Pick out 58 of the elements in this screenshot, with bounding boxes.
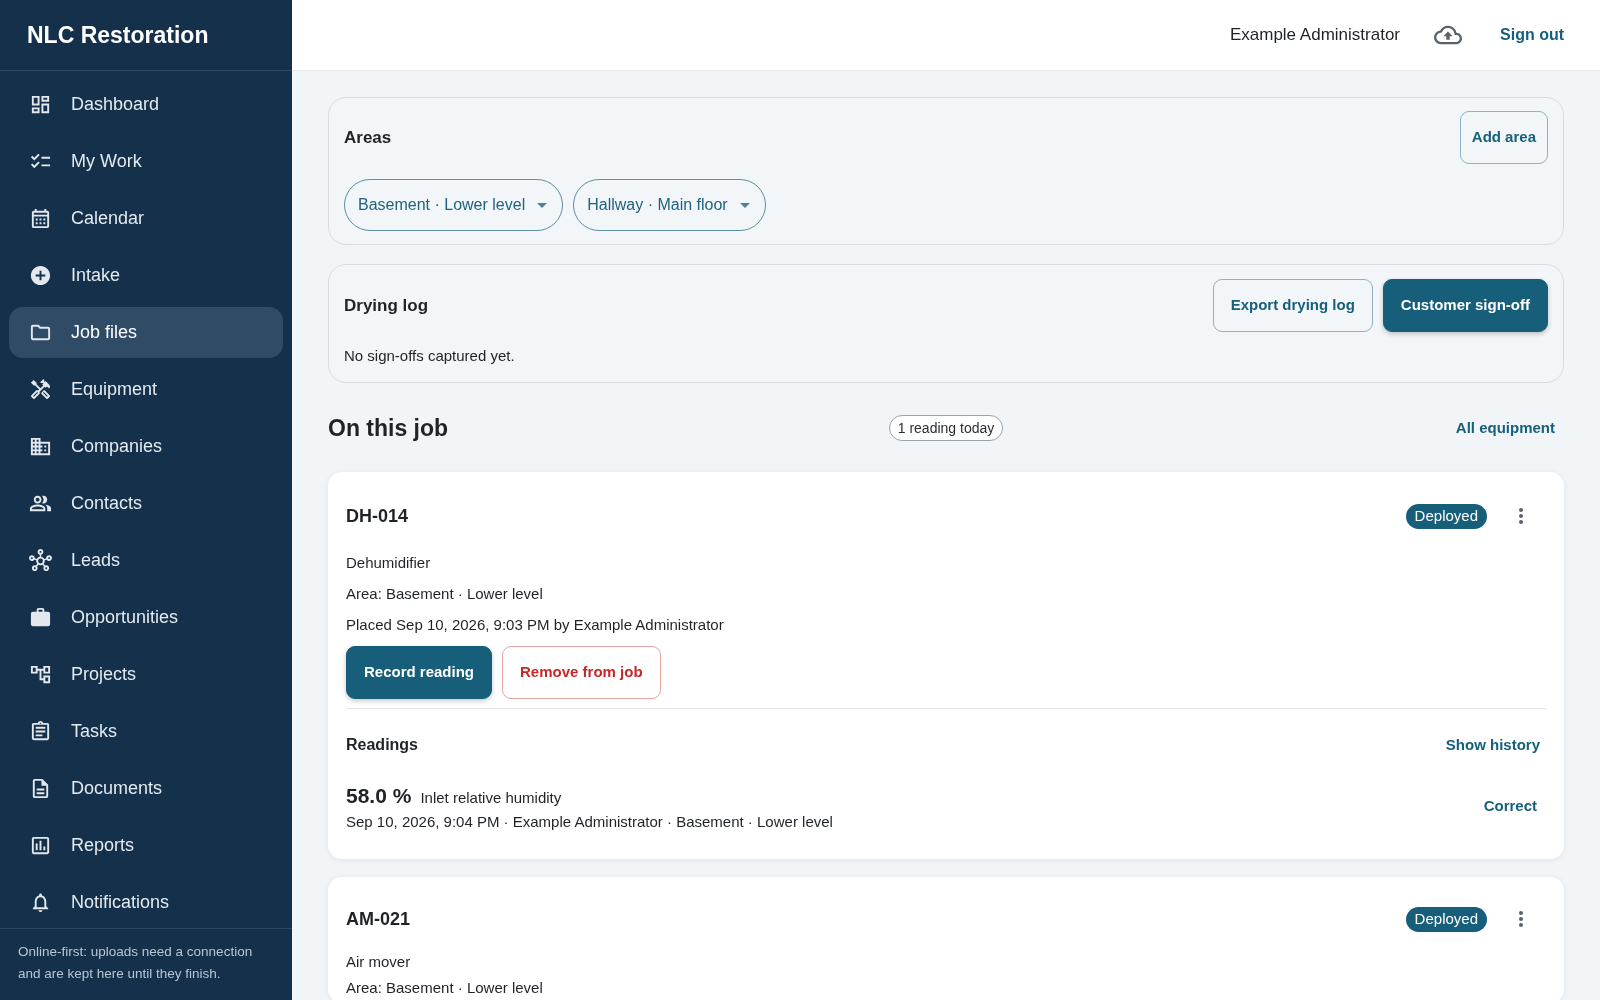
- building-icon: [29, 435, 52, 458]
- user-name: Example Administrator: [1229, 24, 1400, 47]
- caret-icon: [739, 202, 750, 208]
- reading-details: Sep 10, 2026, 9:04 PM · Example Administrator · Basement · Lower level: [346, 812, 833, 832]
- sign-out-link[interactable]: Sign out: [1500, 23, 1564, 47]
- sidebar-item[interactable]: Tasks: [9, 706, 283, 757]
- sidebar-item[interactable]: Intake: [9, 250, 283, 301]
- show-history-link[interactable]: Show history: [1445, 733, 1540, 757]
- export-button[interactable]: Export drying log: [1212, 279, 1373, 332]
- sidebar-item[interactable]: Equipment: [9, 364, 283, 415]
- equipment-type: Dehumidifier: [346, 553, 431, 573]
- equipment-code: AM-021: [346, 907, 411, 931]
- caret-icon: [537, 202, 548, 208]
- status-badge: Deployed: [1405, 503, 1487, 529]
- sign-off-button[interactable]: Customer sign-off: [1382, 279, 1548, 332]
- areas-heading: Areas: [344, 126, 392, 149]
- status-badge: Deployed: [1405, 906, 1487, 932]
- placed-info: Placed Sep 10, 2026, 9:03 PM by Example Administrator: [346, 615, 724, 635]
- readings-count-badge: 1 reading today: [888, 415, 1004, 441]
- dashboard-icon: [29, 93, 52, 116]
- kebab-icon: [1519, 911, 1523, 927]
- equipment-area: Area: Basement · Lower level: [346, 978, 543, 997]
- sidebar-item[interactable]: Projects: [9, 649, 283, 700]
- sidebar-item[interactable]: Job files: [9, 307, 283, 358]
- readings-heading: Readings: [346, 735, 418, 755]
- sidebar-item[interactable]: Contacts: [9, 478, 283, 529]
- sidebar-item[interactable]: Leads: [9, 535, 283, 586]
- clipboard-icon: [29, 720, 52, 743]
- reading-label: Inlet relative humidity: [420, 788, 562, 808]
- add-area-button[interactable]: Add area: [1459, 111, 1548, 164]
- bar-chart-icon: [29, 834, 52, 857]
- sign-off-status: No sign-offs captured yet.: [344, 346, 515, 366]
- section-heading: On this job: [328, 413, 449, 443]
- drying-log-heading: Drying log: [344, 294, 429, 317]
- sidebar-item[interactable]: My Work: [9, 136, 283, 187]
- briefcase-icon: [29, 606, 52, 629]
- record-reading-button[interactable]: Record reading: [346, 646, 493, 699]
- sidebar-item[interactable]: Documents: [9, 763, 283, 814]
- sidebar-item[interactable]: Dashboard: [9, 79, 283, 130]
- correct-link[interactable]: Correct: [1483, 795, 1537, 818]
- app-title: NLC Restoration: [27, 20, 209, 50]
- tools-icon: [29, 378, 52, 401]
- hierarchy-icon: [29, 663, 52, 686]
- all-equipment-link[interactable]: All equipment: [1455, 416, 1555, 440]
- sidebar-item[interactable]: Opportunities: [9, 592, 283, 643]
- sidebar-item[interactable]: Notifications: [9, 877, 283, 928]
- remove-button[interactable]: Remove from job: [502, 646, 661, 699]
- equipment-area: Area: Basement · Lower level: [346, 583, 543, 605]
- sidebar-item[interactable]: Calendar: [9, 193, 283, 244]
- equipment-code: DH-014: [346, 504, 409, 528]
- reading-value: 58.0 %: [346, 783, 412, 809]
- sidebar-item[interactable]: Companies: [9, 421, 283, 472]
- kebab-icon: [1519, 508, 1523, 524]
- equipment-type: Air mover: [346, 952, 411, 972]
- sync-note: Online-first: uploads need a connection and are kept here until they finish.: [18, 943, 254, 983]
- sidebar-item[interactable]: Reports: [9, 820, 283, 871]
- calendar-icon: [29, 207, 52, 230]
- network-icon: [29, 549, 52, 572]
